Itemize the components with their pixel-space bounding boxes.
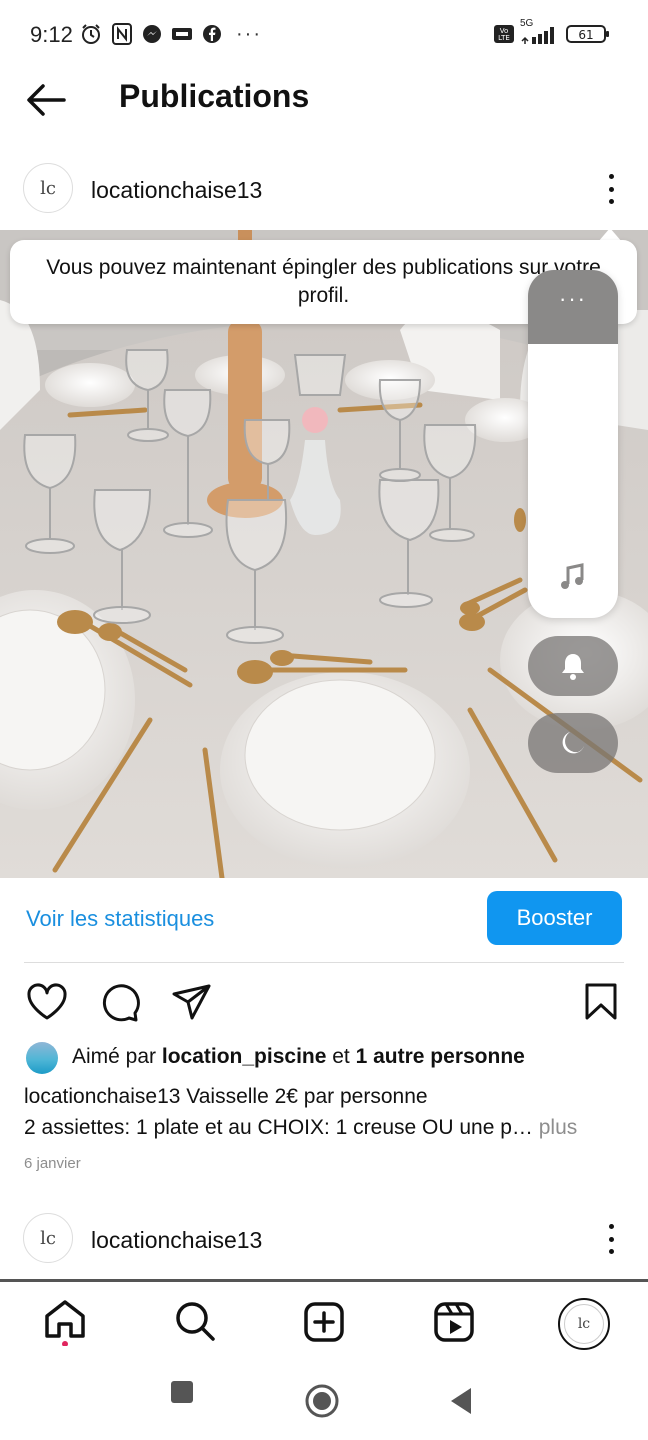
floating-side-panel[interactable]: ··· bbox=[528, 270, 618, 618]
comment-icon bbox=[102, 984, 140, 1022]
heart-icon bbox=[27, 983, 67, 1020]
post-username[interactable]: locationchaise13 bbox=[91, 177, 262, 204]
svg-text:LTE: LTE bbox=[498, 34, 510, 42]
avatar-logo-text: lc bbox=[40, 1227, 56, 1249]
triangle-back-icon bbox=[451, 1388, 471, 1414]
next-post-avatar[interactable]: lc bbox=[23, 1213, 73, 1263]
share-button[interactable] bbox=[171, 982, 213, 1022]
post-options-button[interactable] bbox=[601, 174, 621, 204]
post-avatar[interactable]: lc bbox=[23, 163, 73, 213]
facebook-icon bbox=[202, 22, 222, 46]
divider bbox=[24, 962, 624, 963]
home-button[interactable] bbox=[305, 1384, 339, 1423]
nfc-icon bbox=[112, 22, 132, 46]
like-button[interactable] bbox=[26, 982, 68, 1022]
profile-avatar: lc bbox=[564, 1304, 604, 1344]
liker-avatar[interactable] bbox=[26, 1042, 58, 1074]
liked-others[interactable]: 1 autre personne bbox=[356, 1045, 525, 1068]
nav-home[interactable] bbox=[43, 1298, 87, 1347]
home-icon bbox=[45, 1300, 85, 1347]
caption-username[interactable]: locationchaise13 bbox=[24, 1085, 180, 1108]
status-bar: 9:12 ··· Vo LTE 5G 61 bbox=[0, 0, 648, 70]
save-button[interactable] bbox=[581, 982, 623, 1022]
side-panel-menu-icon: ··· bbox=[559, 286, 587, 311]
nav-create[interactable] bbox=[302, 1298, 346, 1346]
back-arrow-icon bbox=[27, 84, 66, 116]
bookmark-icon bbox=[585, 983, 617, 1020]
volte-icon: Vo LTE bbox=[493, 22, 515, 46]
more-link[interactable]: plus bbox=[533, 1116, 578, 1139]
create-icon bbox=[304, 1302, 344, 1342]
caption-line-1: locationchaise13 Vaisselle 2€ par person… bbox=[24, 1085, 428, 1108]
bell-icon bbox=[562, 654, 584, 680]
messenger-icon bbox=[142, 22, 162, 46]
music-icon[interactable] bbox=[557, 562, 587, 597]
vpn-icon bbox=[170, 22, 194, 46]
page-title: Publications bbox=[119, 78, 310, 114]
boost-button[interactable]: Booster bbox=[487, 891, 622, 945]
recents-button[interactable] bbox=[170, 1380, 194, 1409]
next-post-username[interactable]: locationchaise13 bbox=[91, 1227, 262, 1254]
square-icon bbox=[171, 1381, 193, 1403]
tooltip-text: Vous pouvez maintenant épingler des publ… bbox=[46, 256, 601, 307]
alarm-icon bbox=[80, 22, 102, 46]
post-date: 6 janvier bbox=[24, 1155, 81, 1172]
back-button[interactable] bbox=[26, 82, 66, 118]
nav-search[interactable] bbox=[173, 1298, 217, 1346]
comment-button[interactable] bbox=[99, 982, 141, 1022]
nav-reels[interactable] bbox=[432, 1298, 476, 1346]
circle-icon bbox=[305, 1384, 339, 1418]
next-post-options-button[interactable] bbox=[601, 1224, 621, 1254]
send-icon bbox=[172, 984, 211, 1020]
network-type: 5G bbox=[520, 18, 534, 29]
liked-by-text[interactable]: Aimé par location_piscine et 1 autre per… bbox=[72, 1045, 525, 1069]
more-notifications-icon: ··· bbox=[236, 22, 262, 45]
reels-icon bbox=[434, 1302, 474, 1342]
nav-profile[interactable]: lc bbox=[558, 1298, 610, 1350]
moon-icon bbox=[562, 732, 584, 754]
avatar-logo-text: lc bbox=[40, 177, 56, 199]
side-panel-handle[interactable]: ··· bbox=[528, 270, 618, 344]
dark-mode-toggle[interactable] bbox=[528, 713, 618, 773]
battery-level: 61 bbox=[578, 28, 593, 42]
caption-line-2: 2 assiettes: 1 plate et au CHOIX: 1 creu… bbox=[24, 1116, 578, 1139]
battery-icon: 61 bbox=[566, 22, 610, 46]
view-insights-link[interactable]: Voir les statistiques bbox=[26, 906, 214, 932]
back-system-button[interactable] bbox=[449, 1386, 473, 1421]
notification-toggle[interactable] bbox=[528, 636, 618, 696]
status-time: 9:12 bbox=[30, 22, 73, 47]
liker-username[interactable]: location_piscine bbox=[162, 1045, 327, 1068]
signal-icon: 5G bbox=[520, 18, 560, 46]
search-icon bbox=[176, 1302, 215, 1341]
